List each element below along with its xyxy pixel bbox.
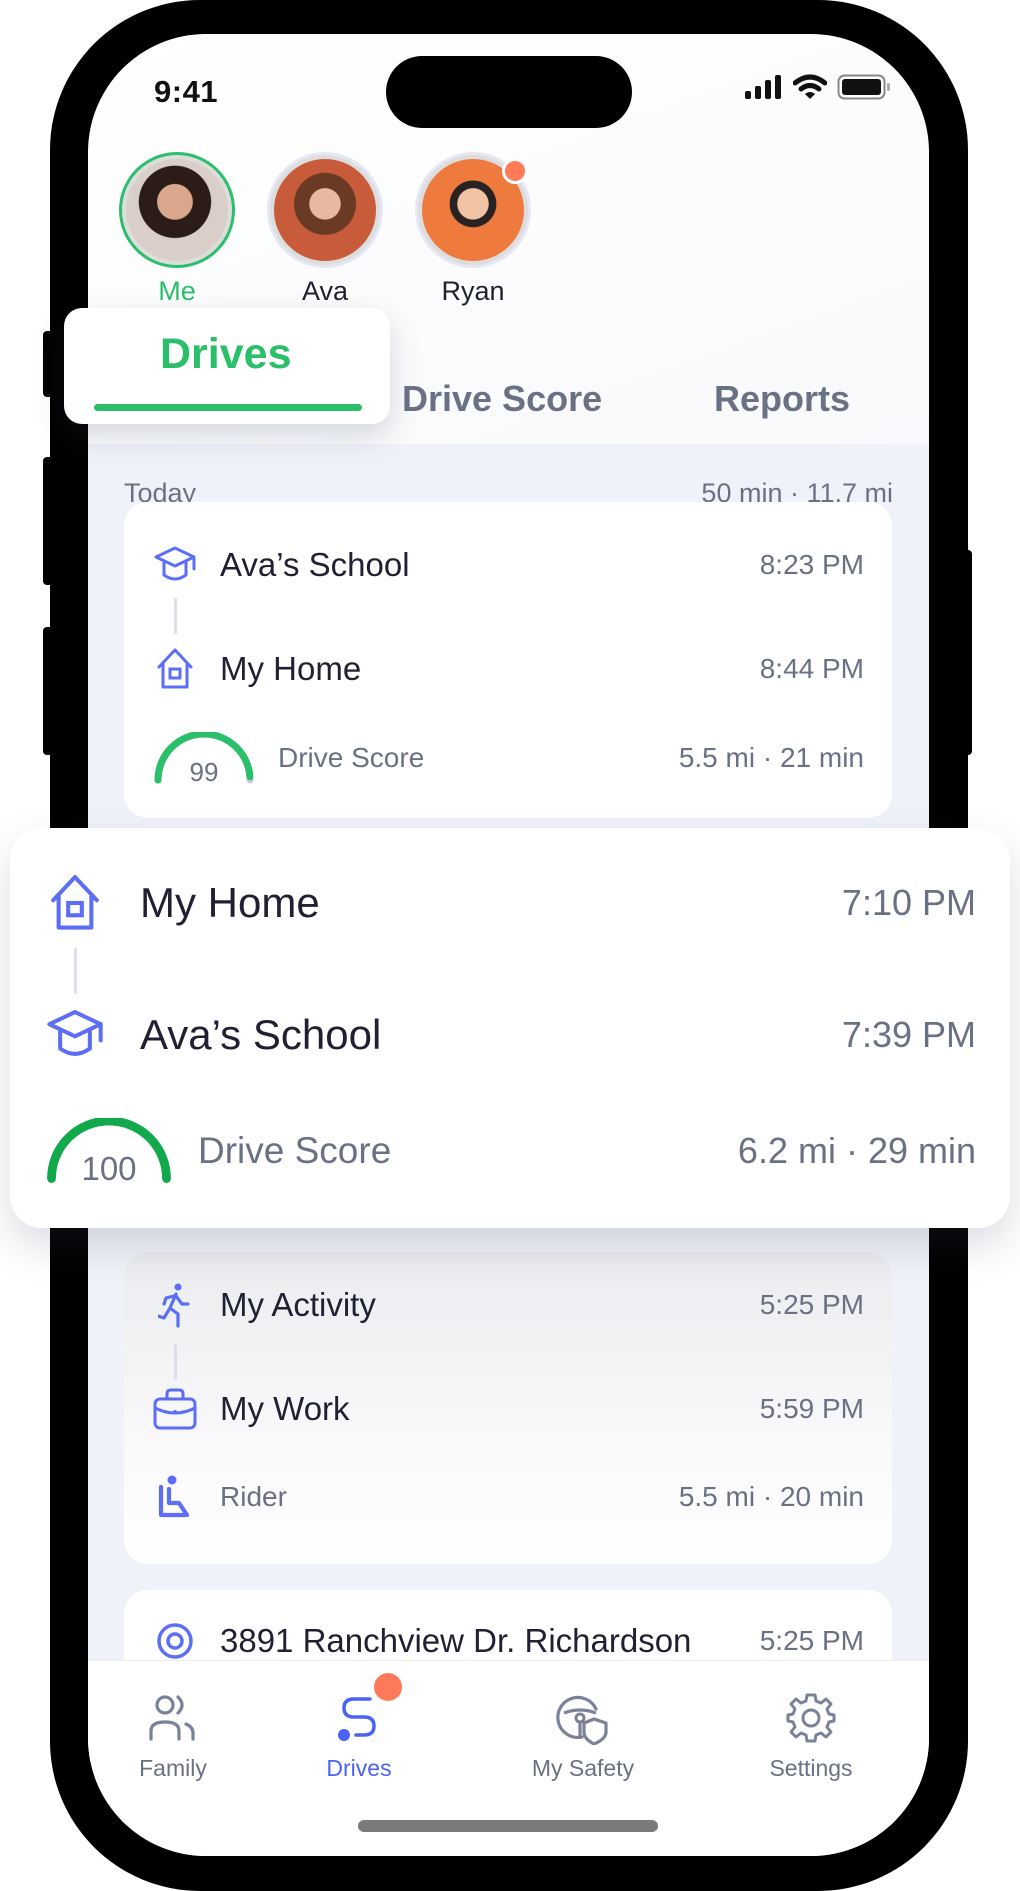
drive-end: My Work 5:59 PM [152,1386,864,1432]
place-name: My Home [140,879,320,926]
route-connector [174,598,177,634]
profile-ava[interactable]: Ava [266,152,384,307]
score-label: Drive Score [278,742,425,773]
home-icon [152,646,198,692]
place-time: 8:44 PM [759,653,864,684]
graduation-cap-icon [44,1004,106,1066]
status-time: 9:41 [154,74,219,109]
graduation-cap-icon [152,542,198,588]
drive-score-gauge: 99 [152,730,256,787]
avatar [119,152,235,268]
score-value: 100 [81,1150,137,1187]
score-label: Drive Score [198,1130,392,1171]
drive-start: 3891 Ranchview Dr. Richardson 5:25 PM [152,1618,864,1664]
nav-my-safety[interactable]: My Safety [498,1691,668,1782]
drive-stats: 5.5 mi · 21 min [678,742,864,773]
steering-shield-icon [556,1691,610,1746]
drives-route-icon [332,1673,402,1745]
notification-dot [374,1673,402,1701]
nav-drives[interactable]: Drives [274,1673,444,1782]
rider-seat-icon [152,1474,198,1520]
place-name: Ava’s School [220,546,410,583]
home-icon [44,872,106,934]
active-tab-indicator [94,404,362,411]
silent-switch [43,331,53,397]
cellular-signal-icon [745,75,781,99]
power-button [962,550,972,755]
nav-label: My Safety [531,1755,635,1781]
drive-score-row: 100 Drive Score 6.2 mi · 29 min [44,1116,976,1187]
route-connector [174,1344,177,1380]
place-name: My Home [220,650,362,687]
role-label: Rider [220,1481,287,1512]
place-time: 7:10 PM [841,882,976,923]
place-name: My Activity [220,1286,376,1323]
place-time: 5:25 PM [759,1289,864,1320]
avatar [267,152,383,268]
battery-icon [837,74,890,100]
briefcase-icon [152,1386,198,1432]
location-pin-icon [152,1618,198,1664]
profile-name: Me [158,276,196,306]
nav-label: Drives [326,1755,392,1781]
drive-start: Ava’s School 8:23 PM [152,542,864,588]
running-icon [152,1282,198,1328]
profile-me[interactable]: Me [118,152,236,307]
highlighted-drive-card[interactable]: My Home 7:10 PM Ava’s School 7:39 PM 100… [10,828,1010,1228]
home-indicator[interactable] [358,1820,658,1832]
drive-score-gauge: 100 [44,1116,174,1187]
nav-label: Settings [769,1755,853,1781]
drive-stats: 6.2 mi · 29 min [737,1130,976,1171]
family-icon [146,1691,200,1745]
drive-score-row: 99 Drive Score 5.5 mi · 21 min [152,730,864,787]
nav-settings[interactable]: Settings [726,1691,896,1782]
place-time: 5:25 PM [759,1625,864,1656]
gear-icon [784,1691,838,1745]
drive-end: Ava’s School 7:39 PM [44,1004,976,1066]
notification-dot [502,158,528,184]
drive-stats: 5.5 mi · 20 min [678,1481,864,1512]
volume-up-button [43,457,53,585]
drive-card[interactable]: Ava’s School 8:23 PM My Home 8:44 PM 99 … [124,502,892,818]
tab-drive-score[interactable]: Drive Score [402,378,602,420]
drive-start: My Activity 5:25 PM [152,1282,864,1328]
drive-role-row: Rider 5.5 mi · 20 min [152,1474,864,1520]
status-icons [745,74,891,100]
place-name: 3891 Ranchview Dr. Richardson [220,1622,692,1659]
wifi-icon [793,74,827,99]
drive-end: My Home 8:44 PM [152,646,864,692]
tab-label: Drives [160,330,292,378]
place-time: 5:59 PM [759,1393,864,1424]
score-value: 99 [189,757,219,787]
drive-start: My Home 7:10 PM [44,872,976,934]
volume-down-button [43,627,53,755]
place-time: 7:39 PM [841,1014,976,1055]
place-time: 8:23 PM [759,549,864,580]
route-connector [74,948,77,994]
place-name: Ava’s School [140,1011,382,1058]
profile-ryan[interactable]: Ryan [414,152,532,307]
nav-family[interactable]: Family [88,1691,258,1782]
place-name: My Work [220,1390,350,1427]
profile-name: Ryan [441,276,505,306]
drive-card[interactable]: My Activity 5:25 PM My Work 5:59 PM Ride… [124,1252,892,1564]
profile-selector: Me Ava Ryan [118,152,532,307]
profile-name: Ava [301,276,349,306]
tab-reports[interactable]: Reports [714,378,850,420]
nav-label: Family [139,1755,207,1781]
dynamic-island [386,56,632,128]
tab-drives[interactable]: Drives [64,308,390,424]
